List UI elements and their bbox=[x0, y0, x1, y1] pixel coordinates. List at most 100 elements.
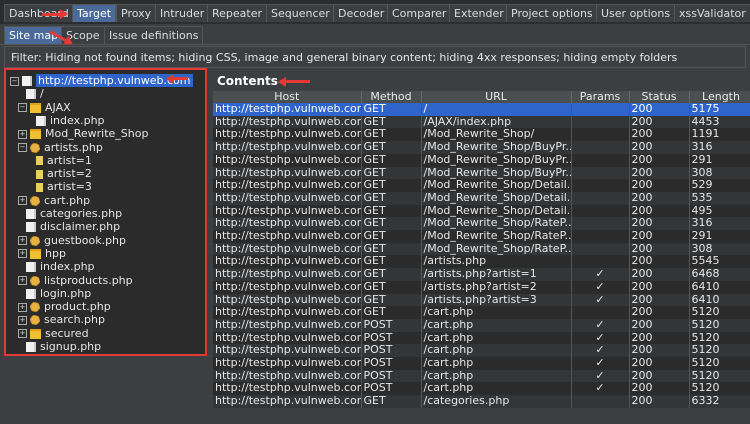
table-row[interactable]: http://testphp.vulnweb.com GET/Mod_Rewrit… bbox=[213, 217, 750, 231]
tab-intruder[interactable]: Intruder bbox=[155, 4, 210, 22]
tree-node[interactable]: − artists.php bbox=[18, 141, 103, 154]
collapse-icon[interactable]: − bbox=[10, 76, 19, 86]
table-row[interactable]: http://testphp.vulnweb.com POST/cart.php ✓… bbox=[213, 344, 750, 358]
tree-node[interactable]: categories.php bbox=[26, 207, 122, 220]
expand-icon[interactable]: + bbox=[18, 315, 27, 325]
cell-host: http://testphp.vulnweb.com bbox=[213, 268, 362, 281]
column-header-params[interactable]: Params bbox=[571, 91, 630, 103]
cell-length: 5120 bbox=[689, 331, 750, 345]
table-row[interactable]: http://testphp.vulnweb.com GET/artists.ph… bbox=[213, 268, 750, 281]
expand-icon[interactable]: + bbox=[18, 302, 27, 312]
cell-url: /AJAX/index.php bbox=[421, 115, 572, 129]
cell-method: GET bbox=[361, 255, 422, 269]
cell-length: 5175 bbox=[689, 103, 750, 116]
table-row[interactable]: http://testphp.vulnweb.com GET/Mod_Rewrit… bbox=[213, 242, 750, 256]
cell-params bbox=[571, 204, 630, 218]
tab-proxy[interactable]: Proxy bbox=[116, 4, 157, 22]
file-icon bbox=[26, 342, 36, 352]
file-icon bbox=[26, 222, 36, 233]
tab-repeater[interactable]: Repeater bbox=[207, 4, 268, 22]
column-header-status[interactable]: Status bbox=[629, 91, 690, 103]
table-row[interactable]: http://testphp.vulnweb.com GET/Mod_Rewrit… bbox=[213, 153, 750, 167]
tab-sequencer[interactable]: Sequencer bbox=[266, 4, 335, 22]
expand-icon[interactable]: + bbox=[18, 129, 27, 139]
annotation-arrow-contents bbox=[280, 80, 310, 83]
table-row[interactable]: http://testphp.vulnweb.com GET/Mod_Rewrit… bbox=[213, 230, 750, 243]
tab-project-options[interactable]: Project options bbox=[506, 4, 598, 22]
site-map-tree[interactable]: − http://testphp.vulnweb.com / − AJAX index.p… bbox=[4, 68, 207, 356]
expand-icon[interactable]: + bbox=[18, 329, 27, 339]
cell-url: /cart.php bbox=[421, 369, 572, 383]
table-row[interactable]: http://testphp.vulnweb.com GET/artists.ph… bbox=[213, 293, 750, 307]
table-row[interactable]: http://testphp.vulnweb.com GET/categories… bbox=[213, 395, 750, 408]
tab-user-options[interactable]: User options bbox=[596, 4, 676, 22]
expand-icon[interactable]: + bbox=[18, 249, 27, 259]
tree-node-label: artists.php bbox=[44, 140, 103, 154]
tab-target[interactable]: Target bbox=[72, 4, 117, 22]
table-row[interactable]: http://testphp.vulnweb.com GET/artists.ph… bbox=[213, 280, 750, 294]
tab-xssvalidator[interactable]: xssValidator bbox=[674, 4, 750, 22]
table-row[interactable]: http://testphp.vulnweb.com GET/Mod_Rewrit… bbox=[213, 128, 750, 142]
tree-node[interactable]: + cart.php bbox=[18, 194, 90, 207]
cell-host: http://testphp.vulnweb.com bbox=[213, 242, 362, 256]
cell-method: GET bbox=[361, 204, 422, 218]
cell-params bbox=[571, 395, 630, 408]
cell-params: ✓ bbox=[571, 369, 630, 383]
expand-icon[interactable]: + bbox=[18, 196, 27, 206]
tree-node[interactable]: artist=1 bbox=[36, 154, 92, 167]
column-header-host[interactable]: Host bbox=[213, 91, 362, 103]
column-header-method[interactable]: Method bbox=[361, 91, 422, 103]
tree-node-label: disclaimer.php bbox=[40, 220, 121, 234]
table-row[interactable]: http://testphp.vulnweb.com GET/AJAX/index… bbox=[213, 115, 750, 129]
tree-node[interactable]: − AJAX bbox=[18, 101, 71, 114]
tree-node[interactable]: + hpp bbox=[18, 247, 66, 260]
tree-node[interactable]: artist=3 bbox=[36, 180, 92, 193]
tree-node[interactable]: / bbox=[26, 87, 44, 100]
cell-method: GET bbox=[361, 395, 422, 408]
table-row[interactable]: http://testphp.vulnweb.com GET/Mod_Rewrit… bbox=[213, 141, 750, 154]
tree-node[interactable]: disclaimer.php bbox=[26, 220, 120, 233]
collapse-icon[interactable]: − bbox=[18, 143, 27, 152]
table-row[interactable]: http://testphp.vulnweb.com GET/Mod_Rewrit… bbox=[213, 204, 750, 218]
subtab-issue-definitions[interactable]: Issue definitions bbox=[104, 26, 204, 44]
table-row[interactable]: http://testphp.vulnweb.com POST/cart.php ✓… bbox=[213, 331, 750, 345]
tree-node[interactable]: + guestbook.php bbox=[18, 234, 126, 247]
tree-node-label: signup.php bbox=[40, 340, 102, 353]
tree-node[interactable]: + secured bbox=[18, 327, 89, 340]
cell-params bbox=[571, 191, 630, 205]
cell-params: ✓ bbox=[571, 318, 630, 332]
tree-node[interactable]: artist=2 bbox=[36, 167, 92, 180]
table-row[interactable]: http://testphp.vulnweb.com POST/cart.php ✓… bbox=[213, 357, 750, 370]
tab-decoder[interactable]: Decoder bbox=[333, 4, 390, 22]
tree-node[interactable]: + Mod_Rewrite_Shop bbox=[18, 127, 148, 140]
collapse-icon[interactable]: − bbox=[18, 103, 27, 113]
table-row[interactable]: http://testphp.vulnweb.com GET/Mod_Rewrit… bbox=[213, 166, 750, 180]
table-row[interactable]: http://testphp.vulnweb.com GET/artists.ph… bbox=[213, 255, 750, 269]
expand-icon[interactable]: + bbox=[18, 236, 27, 246]
tab-comparer[interactable]: Comparer bbox=[387, 4, 452, 22]
tree-node[interactable]: + listproducts.php bbox=[18, 274, 133, 287]
filter-bar[interactable]: Filter: Hiding not found items; hiding C… bbox=[4, 46, 746, 68]
table-row[interactable]: http://testphp.vulnweb.com POST/cart.php ✓… bbox=[213, 369, 750, 383]
folder-icon bbox=[30, 328, 41, 339]
table-row[interactable]: http://testphp.vulnweb.com POST/cart.php ✓… bbox=[213, 382, 750, 396]
table-row[interactable]: http://testphp.vulnweb.com GET/Mod_Rewrit… bbox=[213, 179, 750, 192]
column-header-length[interactable]: Length bbox=[689, 91, 750, 103]
table-row[interactable]: http://testphp.vulnweb.com POST/cart.php ✓… bbox=[213, 318, 750, 332]
tree-node[interactable]: + search.php bbox=[18, 313, 105, 326]
tree-node[interactable]: login.php bbox=[26, 287, 91, 300]
tree-node[interactable]: index.php bbox=[26, 260, 95, 273]
cell-length: 495 bbox=[689, 204, 750, 218]
tree-node[interactable]: signup.php bbox=[26, 340, 101, 353]
expand-icon[interactable]: + bbox=[18, 276, 27, 285]
tree-node[interactable]: + product.php bbox=[18, 300, 111, 313]
cell-url: /cart.php bbox=[421, 331, 572, 345]
tab-extender[interactable]: Extender bbox=[449, 4, 509, 22]
cell-url: /Mod_Rewrite_Shop/RateP... bbox=[421, 242, 572, 256]
table-row[interactable]: http://testphp.vulnweb.com GET/ 200 5175 bbox=[213, 103, 750, 116]
column-header-url[interactable]: URL bbox=[421, 91, 572, 103]
table-row[interactable]: http://testphp.vulnweb.com GET/cart.php 20… bbox=[213, 306, 750, 319]
tree-node[interactable]: index.php bbox=[36, 114, 105, 127]
cell-status: 200 bbox=[629, 115, 690, 129]
table-row[interactable]: http://testphp.vulnweb.com GET/Mod_Rewrit… bbox=[213, 191, 750, 205]
